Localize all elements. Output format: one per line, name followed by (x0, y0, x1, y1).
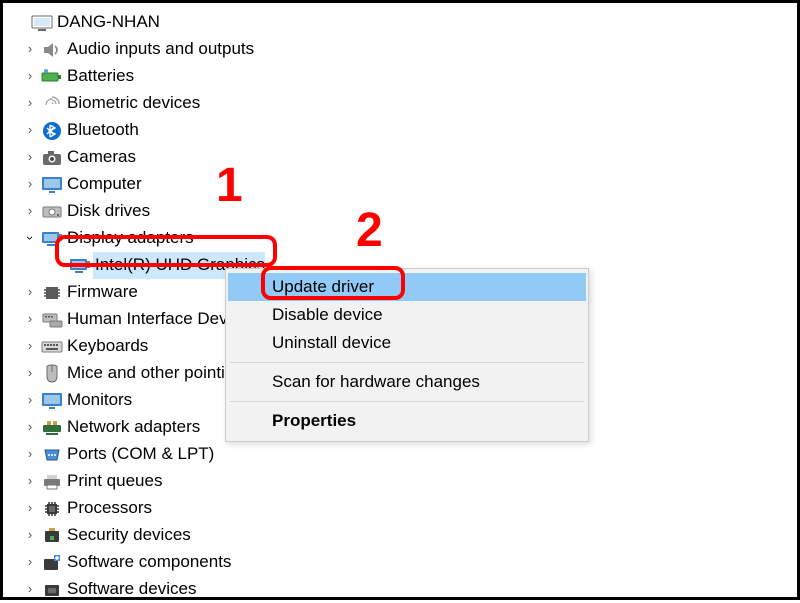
bluetooth-icon (39, 120, 65, 142)
chevron-right-icon[interactable]: › (21, 93, 39, 113)
mouse-icon (39, 363, 65, 385)
chevron-right-icon[interactable]: › (21, 552, 39, 572)
tree-node-batteries[interactable]: › Batteries (11, 63, 797, 90)
camera-icon (39, 147, 65, 169)
chevron-right-icon[interactable]: › (21, 309, 39, 329)
tree-node-cameras[interactable]: › Cameras (11, 144, 797, 171)
tree-node-label: Network adapters (65, 414, 200, 440)
chevron-down-icon[interactable]: › (20, 229, 40, 247)
tree-node-label: Display adapters (65, 225, 194, 251)
tree-node-softwaredevices[interactable]: › Software devices (11, 576, 797, 603)
tree-root-label: DANG-NHAN (55, 9, 160, 35)
tree-node-label: Computer (65, 171, 142, 197)
tree-node-label: Cameras (65, 144, 136, 170)
tree-node-security[interactable]: › Security devices (11, 522, 797, 549)
firmware-chip-icon (39, 282, 65, 304)
tree-node-label: Biometric devices (65, 90, 200, 116)
tree-node-label: Processors (65, 495, 152, 521)
tree-node-label: Keyboards (65, 333, 148, 359)
tree-node-diskdrives[interactable]: › Disk drives (11, 198, 797, 225)
ctx-disable-device[interactable]: Disable device (228, 301, 586, 329)
tree-node-audio[interactable]: › Audio inputs and outputs (11, 36, 797, 63)
tree-node-label: Batteries (65, 63, 134, 89)
speaker-icon (39, 39, 65, 61)
software-component-icon (39, 552, 65, 574)
keyboard-icon (39, 336, 65, 358)
network-icon (39, 417, 65, 439)
ctx-properties[interactable]: Properties (228, 407, 586, 435)
printer-icon (39, 471, 65, 493)
port-icon (39, 444, 65, 466)
tree-node-bluetooth[interactable]: › Bluetooth (11, 117, 797, 144)
tree-node-label: Firmware (65, 279, 138, 305)
chevron-right-icon[interactable]: › (21, 363, 39, 383)
tree-node-computer[interactable]: › Computer (11, 171, 797, 198)
chevron-right-icon[interactable]: › (21, 66, 39, 86)
chevron-right-icon[interactable]: › (21, 174, 39, 194)
context-menu: Update driver Disable device Uninstall d… (225, 268, 589, 442)
ctx-separator (230, 362, 584, 363)
tree-node-softwarecomponents[interactable]: › Software components (11, 549, 797, 576)
tree-node-label: Security devices (65, 522, 191, 548)
tree-node-displayadapters[interactable]: › Display adapters (11, 225, 797, 252)
chevron-right-icon[interactable]: › (21, 39, 39, 59)
computer-root-icon (29, 12, 55, 34)
ctx-separator (230, 401, 584, 402)
ctx-uninstall-device[interactable]: Uninstall device (228, 329, 586, 357)
display-adapter-icon (67, 255, 93, 277)
chevron-right-icon[interactable]: › (21, 498, 39, 518)
chevron-right-icon[interactable]: › (21, 282, 39, 302)
disk-icon (39, 201, 65, 223)
battery-icon (39, 66, 65, 88)
chevron-right-icon[interactable]: › (21, 444, 39, 464)
tree-node-label: Disk drives (65, 198, 150, 224)
annotation-marker-1: 1 (216, 158, 243, 213)
chevron-right-icon[interactable]: › (21, 579, 39, 599)
hid-icon (39, 309, 65, 331)
tree-node-biometric[interactable]: › Biometric devices (11, 90, 797, 117)
chevron-right-icon[interactable]: › (21, 336, 39, 356)
cpu-icon (39, 498, 65, 520)
fingerprint-icon (39, 93, 65, 115)
tree-node-label: Software components (65, 549, 231, 575)
chevron-right-icon[interactable]: › (21, 147, 39, 167)
display-adapter-icon (39, 228, 65, 250)
ctx-scan-hardware[interactable]: Scan for hardware changes (228, 368, 586, 396)
tree-node-label: Ports (COM & LPT) (65, 441, 214, 467)
chevron-right-icon[interactable]: › (21, 471, 39, 491)
software-device-icon (39, 579, 65, 601)
chevron-right-icon[interactable]: › (21, 390, 39, 410)
tree-node-label: Print queues (65, 468, 162, 494)
tree-node-label: Audio inputs and outputs (65, 36, 254, 62)
monitor-icon (39, 174, 65, 196)
ctx-update-driver[interactable]: Update driver (228, 273, 586, 301)
tree-node-label: Software devices (65, 576, 196, 602)
tree-node-label: Monitors (65, 387, 132, 413)
tree-node-printqueues[interactable]: › Print queues (11, 468, 797, 495)
annotation-marker-2: 2 (356, 203, 383, 258)
tree-root[interactable]: DANG-NHAN (11, 9, 797, 36)
tree-node-processors[interactable]: › Processors (11, 495, 797, 522)
chevron-right-icon[interactable]: › (21, 120, 39, 140)
chevron-right-icon[interactable]: › (21, 525, 39, 545)
tree-node-ports[interactable]: › Ports (COM & LPT) (11, 441, 797, 468)
tree-node-label: Bluetooth (65, 117, 139, 143)
chevron-right-icon[interactable]: › (21, 417, 39, 437)
security-device-icon (39, 525, 65, 547)
chevron-right-icon[interactable]: › (21, 201, 39, 221)
monitor-icon (39, 390, 65, 412)
